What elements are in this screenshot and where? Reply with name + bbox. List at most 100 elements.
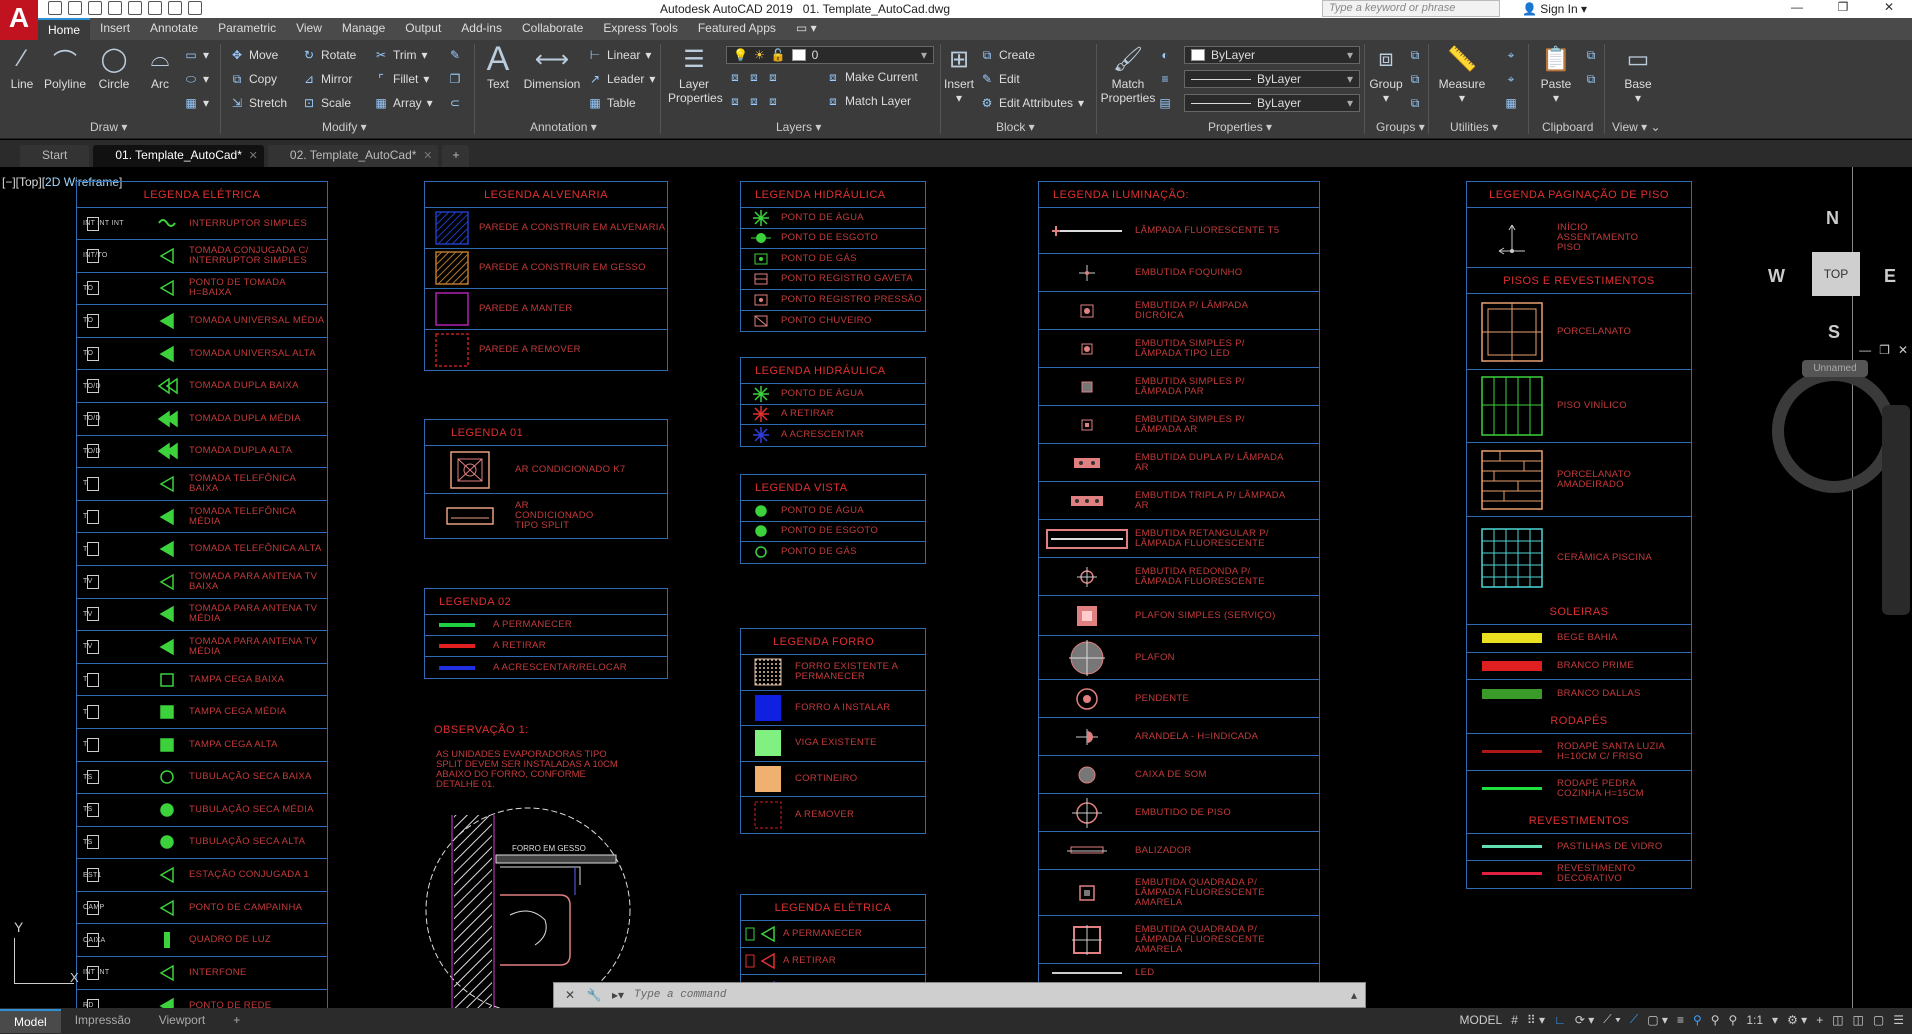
save-as-icon[interactable] xyxy=(108,1,122,15)
ribbon-options-icon[interactable]: ▭ ▾ xyxy=(786,18,827,40)
drawing-canvas[interactable]: [−][Top][2D Wireframe] — ❐ ✕ LEGENDA ELÉTR… xyxy=(0,167,1912,1008)
layer-tools-row1[interactable]: ⧈ ⧈ ⧈ xyxy=(728,70,780,84)
rectangle-button[interactable]: ▭ ▾ xyxy=(184,48,209,62)
legend-iluminacao[interactable]: LEGENDA ILUMINAÇÃO: LÂMPADA FLUORESCENTE… xyxy=(1038,181,1320,983)
annotation-scale-icon[interactable]: ⚲ xyxy=(1729,1013,1738,1027)
ribbon-tab-view[interactable]: View xyxy=(286,18,332,40)
ribbon-tab-output[interactable]: Output xyxy=(395,18,451,40)
legend-piso[interactable]: LEGENDA PAGINAÇÃO DE PISO INÍCIO ASSENTA… xyxy=(1466,181,1692,889)
fillet-button[interactable]: ⌜ Fillet ▾ xyxy=(374,72,429,86)
add-layout-button[interactable]: + xyxy=(219,1009,254,1033)
viewcube-top-face[interactable]: TOP xyxy=(1812,252,1860,296)
ribbon-tab-parametric[interactable]: Parametric xyxy=(208,18,286,40)
layers-panel-label[interactable]: Layers ▾ xyxy=(776,120,821,134)
ribbon-tab-home[interactable]: Home xyxy=(38,18,91,40)
offset-button[interactable]: ⊂ xyxy=(448,96,462,110)
legend-hidraulica-2[interactable]: LEGENDA HIDRÁULICA PONTO DE ÁGUA A RETIRA… xyxy=(740,357,926,447)
annotation-scale[interactable]: 1:1 xyxy=(1746,1013,1763,1027)
isolate-objects-icon[interactable]: ◫ xyxy=(1832,1013,1843,1027)
linetype-dropdown[interactable]: ByLayer xyxy=(1184,70,1360,88)
close-viewport-icon[interactable]: ✕ xyxy=(1898,343,1908,357)
table-button[interactable]: ▦ Table xyxy=(588,96,635,110)
mirror-button[interactable]: ⊿ Mirror xyxy=(302,72,352,86)
cut-clip-icon[interactable]: ⧉ xyxy=(1584,72,1598,86)
explode-button[interactable]: ❐ xyxy=(448,72,462,86)
polyline-button[interactable]: ⌒ Polyline xyxy=(42,44,88,92)
wcs-menu[interactable]: Unnamed xyxy=(1802,360,1868,377)
legend-forro[interactable]: LEGENDA FORRO FORRO EXISTENTE A PERMANEC… xyxy=(740,628,926,834)
legend-vista[interactable]: LEGENDA VISTA PONTO DE ÁGUA PONTO DE ESGO… xyxy=(740,474,926,564)
line-button[interactable]: ⁄ Line xyxy=(4,44,40,91)
group-button[interactable]: ⧈ Group ▾ xyxy=(1366,44,1406,105)
customization-icon[interactable]: ☰ xyxy=(1893,1013,1904,1027)
legend-alvenaria[interactable]: LEGENDA ALVENARIA PAREDE A CONSTRUIR EM … xyxy=(424,181,668,371)
redo-icon[interactable] xyxy=(188,1,202,15)
scale-button[interactable]: ⊡ Scale xyxy=(302,96,351,110)
properties-panel-label[interactable]: Properties ▾ xyxy=(1208,120,1272,134)
layer-properties-button[interactable]: ☰ Layer Properties xyxy=(664,44,724,106)
text-button[interactable]: A Text xyxy=(480,40,516,92)
quick-select-icon[interactable]: ⌖ xyxy=(1504,72,1518,86)
snap-icon[interactable]: ⠿ ▾ xyxy=(1527,1013,1545,1027)
application-menu-button[interactable]: A xyxy=(0,0,38,40)
plus-icon[interactable]: + xyxy=(1816,1013,1823,1027)
object-snap-icon[interactable]: ▢ ▾ xyxy=(1647,1013,1668,1027)
array-button[interactable]: ▦ Array ▾ xyxy=(374,96,432,110)
utilities-panel-label[interactable]: Utilities ▾ xyxy=(1450,120,1498,134)
ortho-icon[interactable]: ∟ xyxy=(1554,1013,1566,1027)
clean-screen-icon[interactable]: ▢ xyxy=(1873,1013,1884,1027)
layer-dropdown[interactable]: 💡 ☀ 🔓 0 xyxy=(726,46,934,64)
command-history-icon[interactable]: ▴ xyxy=(1351,988,1357,1002)
arc-button[interactable]: ⌓ Arc xyxy=(142,44,178,91)
wrench-icon[interactable]: 🔧 xyxy=(586,987,602,1003)
layer-tools-row2[interactable]: ⧈ ⧈ ⧈ xyxy=(728,94,780,108)
paste-button[interactable]: 📋 Paste ▾ xyxy=(1536,44,1576,106)
group-select-icon[interactable]: ⧉ xyxy=(1408,96,1422,110)
close-button[interactable]: ✕ xyxy=(1866,0,1912,18)
annotation-panel-label[interactable]: Annotation ▾ xyxy=(530,120,597,134)
copy-clip-icon[interactable]: ⧉ xyxy=(1584,48,1598,62)
undo-icon[interactable] xyxy=(168,1,182,15)
tab-start[interactable]: Start xyxy=(20,145,90,167)
polar-icon[interactable]: ⟳ ▾ xyxy=(1575,1013,1594,1027)
object-snap-tracking-icon[interactable]: ⟋ xyxy=(1630,1012,1638,1027)
legend-hidraulica-1[interactable]: LEGENDA HIDRÁULICA PONTO DE ÁGUA PONTO DE… xyxy=(740,181,926,332)
command-input[interactable]: Type a command xyxy=(634,989,726,1001)
move-button[interactable]: ✥ Move xyxy=(230,48,278,62)
restore-viewport-icon[interactable]: ❐ xyxy=(1879,343,1890,357)
match-layer-button[interactable]: ⧈ Match Layer xyxy=(826,94,911,108)
view-panel-label[interactable]: View ▾ ⌄ xyxy=(1612,120,1661,134)
block-panel-label[interactable]: Block ▾ xyxy=(996,120,1035,134)
tab-file-02[interactable]: 02. Template_AutoCad* ✕ xyxy=(267,145,439,167)
command-line[interactable]: ✕ 🔧 ▸▾ Type a command ▴ xyxy=(553,982,1366,1008)
legend-eletrica[interactable]: LEGENDA ELÉTRICA INTERRUPTOR SIMPLES INT … xyxy=(76,181,328,1008)
edit-block-button[interactable]: ✎ Edit xyxy=(980,72,1020,86)
edit-attributes-button[interactable]: ⚙ Edit Attributes ▾ xyxy=(980,96,1084,110)
color-dropdown[interactable]: ByLayer xyxy=(1184,46,1360,64)
make-current-button[interactable]: ⧈ Make Current xyxy=(826,70,918,84)
viewport-window-controls[interactable]: — ❐ ✕ xyxy=(1859,343,1908,357)
compass-south[interactable]: S xyxy=(1828,322,1840,343)
minimize-viewport-icon[interactable]: — xyxy=(1859,343,1871,357)
ribbon-tab-annotate[interactable]: Annotate xyxy=(140,18,208,40)
save-icon[interactable] xyxy=(88,1,102,15)
compass-north[interactable]: N xyxy=(1826,208,1839,229)
tab-file-01[interactable]: 01. Template_AutoCad* ✕ xyxy=(93,145,264,167)
base-button[interactable]: ▭ Base ▾ xyxy=(1616,44,1660,106)
id-point-icon[interactable]: ⌖ xyxy=(1504,48,1518,62)
new-tab-button[interactable]: + xyxy=(442,145,470,167)
command-prompt-icon[interactable]: ▸▾ xyxy=(610,987,626,1003)
quick-access-toolbar[interactable] xyxy=(48,1,202,15)
auto-scale-icon[interactable]: ⚲ xyxy=(1711,1013,1720,1027)
dimension-button[interactable]: ⟷ Dimension xyxy=(520,44,584,92)
hatch-button[interactable]: ▦ ▾ xyxy=(184,96,209,110)
web-icon[interactable] xyxy=(128,1,142,15)
model-space-button[interactable]: MODEL xyxy=(1460,1013,1503,1027)
calculator-icon[interactable]: ▦ xyxy=(1504,96,1518,110)
annotation-visibility-icon[interactable]: ⚲ xyxy=(1693,1013,1702,1027)
compass-west[interactable]: W xyxy=(1768,266,1785,287)
maximize-button[interactable]: ❐ xyxy=(1820,0,1866,18)
isodraft-icon[interactable]: ⟋ ▾ xyxy=(1603,1012,1621,1027)
layout-tab-viewport[interactable]: Viewport xyxy=(145,1009,219,1033)
insert-button[interactable]: ⊞ Insert ▾ xyxy=(942,44,976,106)
